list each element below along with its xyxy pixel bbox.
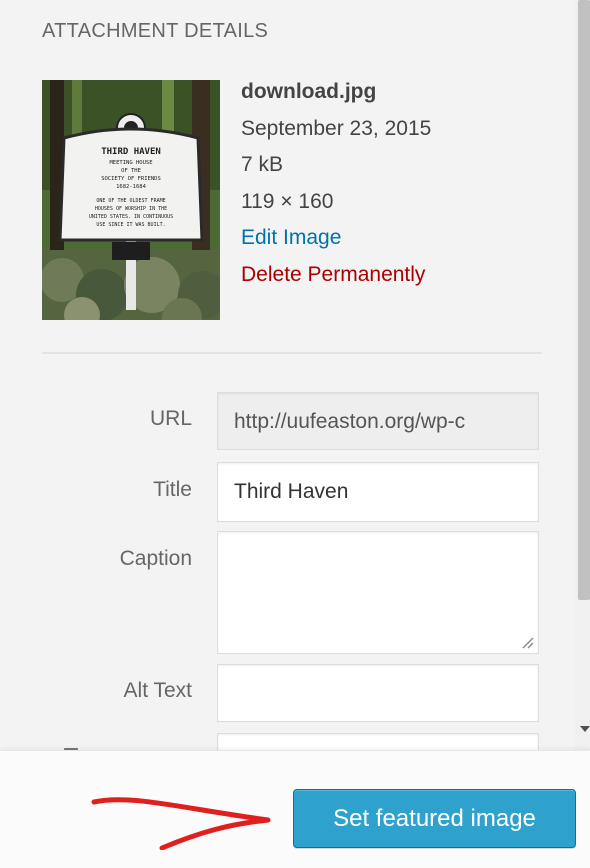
sign-heading: THIRD HAVEN — [101, 147, 161, 157]
alt-text-field[interactable] — [217, 664, 539, 722]
sign-line-9: USE SINCE IT WAS BUILT. — [96, 222, 165, 228]
attachment-thumbnail[interactable]: THIRD HAVEN MEETING HOUSE OF THE SOCIETY… — [42, 80, 220, 320]
sign-line-3: OF THE — [121, 168, 141, 174]
scroll-down-arrow-icon[interactable] — [580, 726, 590, 732]
caption-field[interactable] — [217, 531, 539, 654]
sign-line-2: MEETING HOUSE — [109, 160, 152, 166]
title-field[interactable] — [217, 462, 539, 522]
alt-text-label: Alt Text — [123, 679, 192, 702]
caption-label: Caption — [119, 547, 192, 570]
scrollbar-thumb[interactable] — [578, 0, 590, 600]
delete-permanently-link[interactable]: Delete Permanently — [241, 257, 431, 294]
section-title: ATTACHMENT DETAILS — [42, 20, 269, 42]
attachment-filename: download.jpg — [241, 80, 377, 103]
sign-line-7: HOUSES OF WORSHIP IN THE — [95, 206, 167, 212]
description-field[interactable] — [217, 733, 539, 750]
divider — [42, 352, 542, 354]
red-arrow-annotation-icon — [91, 797, 271, 850]
attachment-meta: download.jpg September 23, 2015 7 kB 119… — [241, 74, 431, 293]
attachment-date: September 23, 2015 — [241, 116, 432, 140]
edit-image-link[interactable]: Edit Image — [241, 220, 431, 257]
url-label: URL — [149, 407, 192, 430]
resize-grip-icon[interactable] — [519, 634, 535, 650]
sign-line-6: ONE OF THE OLDEST FRAME — [96, 198, 165, 204]
sign-line-4: SOCIETY OF FRIENDS — [101, 176, 161, 182]
thumbnail-image: THIRD HAVEN MEETING HOUSE OF THE SOCIETY… — [42, 80, 220, 320]
url-field[interactable]: http://uufeaston.org/wp-c — [217, 392, 539, 450]
title-label: Title — [153, 478, 192, 501]
attachment-dimensions: 119 × 160 — [241, 189, 334, 213]
sign-line-5: 1682-1684 — [116, 184, 146, 190]
sign-line-8: UNITED STATES. IN CONTINUOUS — [89, 214, 173, 220]
attachment-filesize: 7 kB — [241, 153, 284, 176]
set-featured-image-button[interactable]: Set featured image — [293, 789, 576, 848]
attachment-details-panel: ATTACHMENT DETAILS THIRD HAVEN MEETING H… — [0, 0, 575, 750]
